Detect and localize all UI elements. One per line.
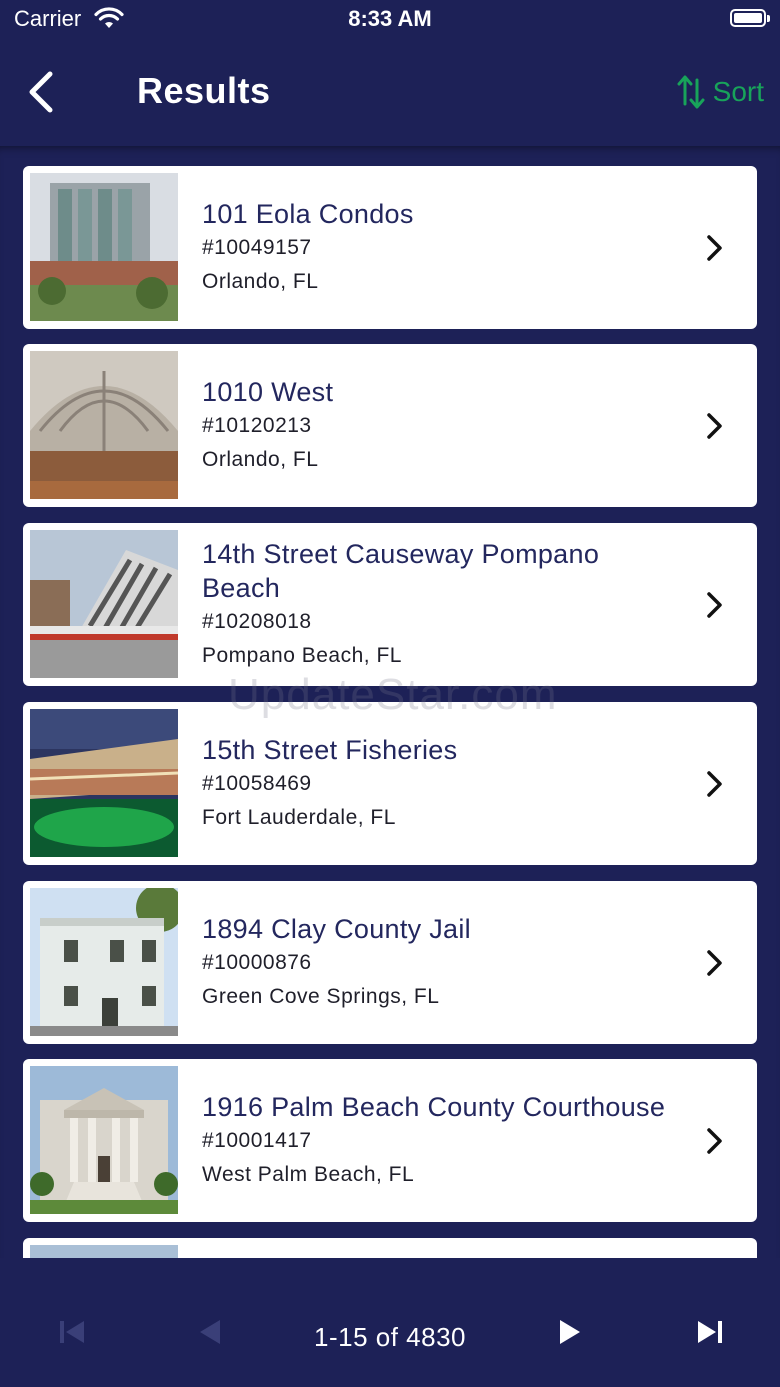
waterfront-restaurant-photo <box>30 709 178 857</box>
result-card[interactable]: 1916 Palm Beach County Courthouse #10001… <box>23 1059 757 1222</box>
chevron-right-icon <box>707 1128 722 1154</box>
chevron-right-icon <box>707 592 722 618</box>
result-info: 1916 Palm Beach County Courthouse #10001… <box>202 1059 672 1222</box>
result-location: Green Cove Springs, FL <box>202 984 440 1008</box>
result-name: 1894 Clay County Jail <box>202 913 471 944</box>
sort-button[interactable]: Sort <box>677 72 764 112</box>
result-number: #10049157 <box>202 235 312 259</box>
back-button[interactable] <box>24 70 64 114</box>
result-location: Fort Lauderdale, FL <box>202 805 396 829</box>
result-number: #10058469 <box>202 771 312 795</box>
arched-hall-photo <box>30 351 178 499</box>
result-info: 1010 West #10120213 Orlando, FL <box>202 344 672 507</box>
status-bar: Carrier 8:33 AM <box>0 0 780 40</box>
page-indicator: 1-15 of 4830 <box>313 1322 466 1352</box>
skip-to-end-icon <box>698 1321 722 1343</box>
result-info: 14th Street Causeway Pompano Beach #1020… <box>202 523 672 686</box>
result-location: Orlando, FL <box>202 447 319 471</box>
result-location: Orlando, FL <box>202 269 319 293</box>
result-name: 1010 West <box>202 376 334 407</box>
clock: 8:33 AM <box>348 6 432 31</box>
result-number: #10000876 <box>202 950 312 974</box>
last-page-button[interactable] <box>690 1312 730 1352</box>
play-right-icon <box>560 1320 580 1344</box>
jail-building-photo <box>30 888 178 1036</box>
result-number: #10120213 <box>202 413 312 437</box>
chevron-right-icon <box>707 235 722 261</box>
chevron-right-icon <box>707 950 722 976</box>
result-card[interactable]: 1894 Clay County Jail #10000876 Green Co… <box>23 881 757 1044</box>
result-location: West Palm Beach, FL <box>202 1162 415 1186</box>
result-name: 15th Street Fisheries <box>202 734 458 765</box>
chevron-left-icon <box>29 71 53 113</box>
result-card[interactable]: 14th Street Causeway Pompano Beach #1020… <box>23 523 757 686</box>
drawbridge-photo <box>30 530 178 678</box>
nav-bar: Results Sort <box>0 40 780 146</box>
next-page-button[interactable] <box>550 1312 590 1352</box>
condo-tower-photo <box>30 173 178 321</box>
chevron-right-icon <box>707 771 722 797</box>
result-name: 1916 Palm Beach County Courthouse <box>202 1091 666 1122</box>
result-number: #10208018 <box>202 609 312 633</box>
battery-icon <box>730 9 770 27</box>
thumbnail-photo <box>30 1245 178 1258</box>
result-info: 1894 Clay County Jail #10000876 Green Co… <box>202 881 672 1044</box>
results-list[interactable]: 101 Eola Condos #10049157 Orlando, FL 10… <box>0 146 780 1258</box>
page-title: Results <box>137 70 271 111</box>
result-info: 15th Street Fisheries #10058469 Fort Lau… <box>202 702 672 865</box>
result-location: Pompano Beach, FL <box>202 643 402 667</box>
result-card[interactable]: 1010 West #10120213 Orlando, FL <box>23 344 757 507</box>
result-number: #10001417 <box>202 1128 312 1152</box>
result-name: 14th Street Causeway Pompano Beach <box>202 538 600 603</box>
result-card[interactable]: 101 Eola Condos #10049157 Orlando, FL <box>23 166 757 329</box>
result-card-partial[interactable] <box>23 1238 757 1258</box>
result-card[interactable]: 15th Street Fisheries #10058469 Fort Lau… <box>23 702 757 865</box>
result-info: 101 Eola Condos #10049157 Orlando, FL <box>202 166 672 329</box>
result-name: 101 Eola Condos <box>202 198 414 229</box>
sort-arrows-icon <box>677 75 705 109</box>
pagination-bar: 1-15 of 4830 <box>0 1290 780 1387</box>
chevron-right-icon <box>707 413 722 439</box>
sort-label: Sort <box>712 76 764 107</box>
courthouse-photo <box>30 1066 178 1214</box>
